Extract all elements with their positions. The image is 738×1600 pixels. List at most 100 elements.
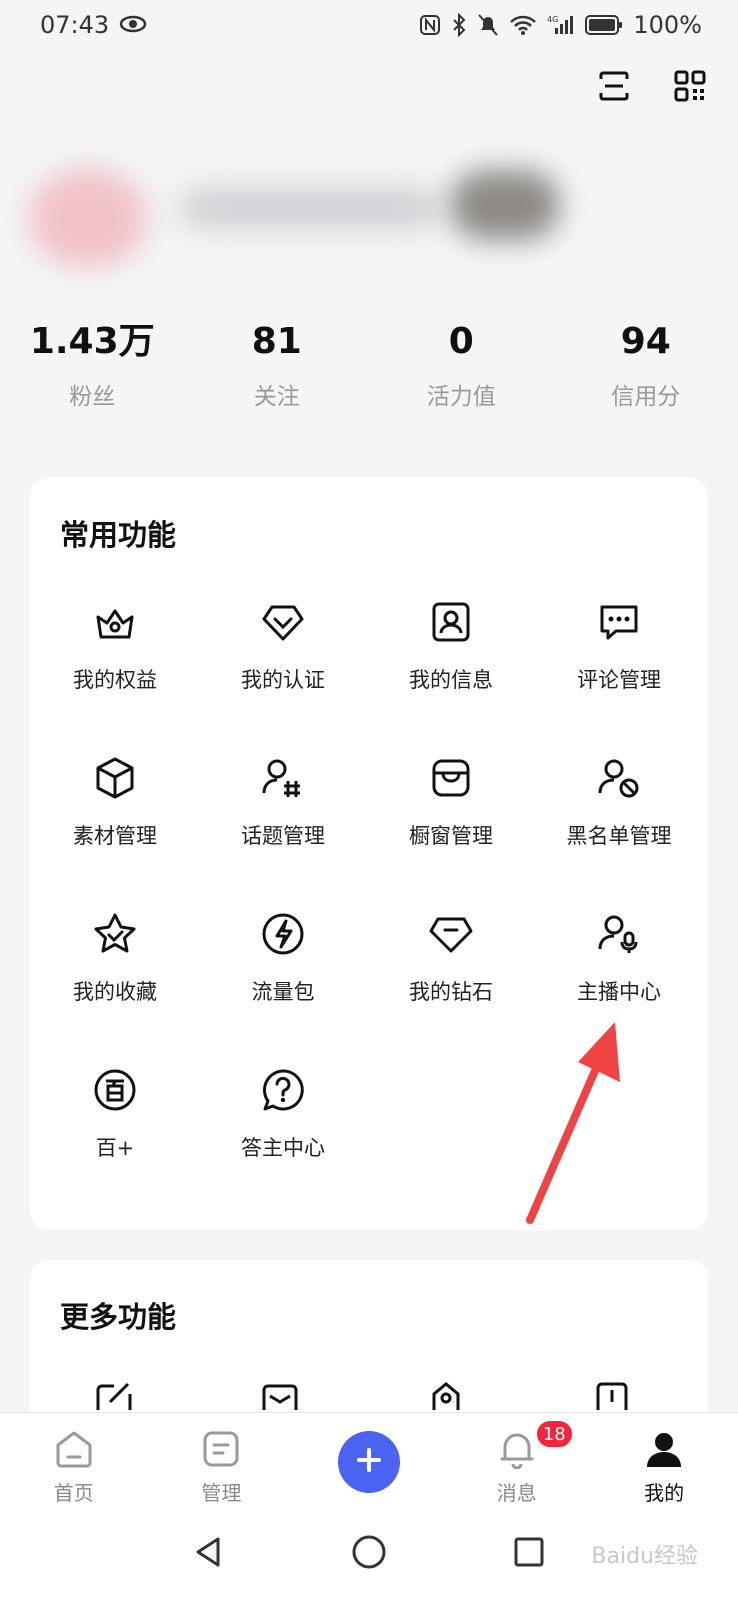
function-label: 我的认证 (241, 668, 325, 692)
verified-icon (259, 598, 307, 646)
function-my-rights[interactable]: 我的权益 (30, 598, 200, 728)
manage-icon (199, 1427, 243, 1471)
scan-button[interactable] (594, 68, 634, 108)
common-functions-card: 常用功能 我的权益 我的认证 我的信息 评论管理 素材管理 话题管理 橱窗管理 … (30, 478, 708, 1230)
edit-icon[interactable] (94, 1380, 134, 1410)
qr-code-button[interactable] (670, 68, 710, 108)
stat-value: 81 (251, 321, 302, 362)
function-comment-management[interactable]: 评论管理 (534, 598, 704, 728)
nav-manage[interactable]: 管理 (148, 1413, 296, 1508)
function-label: 素材管理 (73, 824, 157, 848)
mute-bell-icon (477, 13, 499, 37)
function-label: 我的权益 (73, 668, 157, 692)
battery-icon (585, 14, 623, 36)
function-material-management[interactable]: 素材管理 (30, 754, 200, 884)
nav-messages[interactable]: 18 消息 (443, 1413, 591, 1508)
nav-label: 消息 (496, 1481, 537, 1505)
bai-plus-icon (91, 1066, 139, 1114)
function-bai-plus[interactable]: 百+ (30, 1066, 200, 1196)
function-anchor-center[interactable]: 主播中心 (534, 910, 704, 1040)
section-title: 更多功能 (60, 1300, 177, 1334)
topic-icon (259, 754, 307, 802)
stats-row: 1.43万 粉丝 81 关注 0 活力值 94 信用分 (0, 320, 738, 430)
section-title: 常用功能 (60, 518, 177, 552)
function-blacklist-management[interactable]: 黑名单管理 (534, 754, 704, 884)
stat-label: 关注 (253, 384, 300, 411)
user-icon (642, 1427, 686, 1471)
publish-button[interactable] (337, 1431, 400, 1493)
stat-label: 信用分 (611, 384, 681, 411)
profile-header[interactable] (0, 140, 738, 290)
nav-label: 我的 (644, 1481, 685, 1505)
function-showcase-management[interactable]: 橱窗管理 (366, 754, 536, 884)
system-back-button[interactable] (189, 1534, 229, 1574)
function-label: 评论管理 (577, 668, 661, 692)
stat-vitality[interactable]: 0 活力值 (369, 320, 554, 430)
nav-label: 管理 (201, 1481, 242, 1505)
nav-home[interactable]: 首页 (0, 1413, 148, 1508)
signal-icon: 4G (547, 14, 575, 36)
level-badge-blurred (450, 170, 560, 240)
function-label: 百+ (95, 1136, 135, 1160)
shop-icon (427, 754, 475, 802)
function-label: 话题管理 (241, 824, 325, 848)
nav-label: 首页 (53, 1481, 94, 1505)
system-home-button[interactable] (349, 1534, 389, 1574)
plus-icon (356, 1447, 382, 1477)
cube-icon (91, 754, 139, 802)
document-icon[interactable] (592, 1380, 632, 1410)
system-recents-button[interactable] (509, 1534, 549, 1574)
wifi-icon (509, 14, 537, 36)
mail-icon[interactable] (260, 1380, 300, 1410)
nav-mine[interactable]: 我的 (590, 1413, 738, 1508)
question-icon (259, 1066, 307, 1114)
stat-following[interactable]: 81 关注 (185, 320, 370, 430)
function-label: 我的收藏 (73, 980, 157, 1004)
square-recents-icon (512, 1535, 546, 1573)
function-my-diamonds[interactable]: 我的钻石 (366, 910, 536, 1040)
stat-label: 活力值 (426, 384, 496, 411)
function-label: 黑名单管理 (566, 824, 672, 848)
function-traffic-pack[interactable]: 流量包 (198, 910, 368, 1040)
function-label: 流量包 (251, 980, 315, 1004)
message-count-badge: 18 (534, 1419, 574, 1449)
function-label: 我的信息 (409, 668, 493, 692)
diamond-icon (427, 910, 475, 958)
stat-value: 94 (620, 321, 671, 362)
location-icon[interactable] (426, 1380, 466, 1410)
status-left: 07:43 (40, 11, 147, 39)
function-label: 我的钻石 (409, 980, 493, 1004)
circle-home-icon (351, 1534, 387, 1574)
top-actions (594, 68, 710, 108)
battery-percent: 100% (633, 11, 702, 39)
lightning-icon (259, 910, 307, 958)
function-my-info[interactable]: 我的信息 (366, 598, 536, 728)
bluetooth-icon (451, 13, 467, 37)
blacklist-icon (595, 754, 643, 802)
username-blurred (180, 188, 440, 228)
function-label: 主播中心 (577, 980, 661, 1004)
stat-value: 1.43万 (29, 321, 155, 362)
stat-credit[interactable]: 94 信用分 (554, 320, 738, 430)
stat-label: 粉丝 (69, 384, 116, 411)
function-my-favorites[interactable]: 我的收藏 (30, 910, 200, 1040)
more-functions-icons-partial (30, 1380, 708, 1410)
status-time: 07:43 (40, 11, 110, 39)
avatar (28, 168, 148, 268)
crown-icon (91, 598, 139, 646)
nav-publish[interactable] (295, 1413, 443, 1508)
qr-code-icon (673, 69, 707, 107)
profile-card-icon (427, 598, 475, 646)
watermark: Baidu经验 (591, 1544, 698, 1569)
function-topic-management[interactable]: 话题管理 (198, 754, 368, 884)
comment-icon (595, 598, 643, 646)
eye-icon (119, 11, 147, 39)
triangle-back-icon (192, 1535, 226, 1573)
function-answerer-center[interactable]: 答主中心 (198, 1066, 368, 1196)
home-icon (52, 1427, 96, 1471)
function-my-certification[interactable]: 我的认证 (198, 598, 368, 728)
nfc-icon (419, 14, 441, 36)
anchor-icon (595, 910, 643, 958)
stat-fans[interactable]: 1.43万 粉丝 (0, 320, 185, 430)
network-label: 4G (547, 15, 558, 24)
